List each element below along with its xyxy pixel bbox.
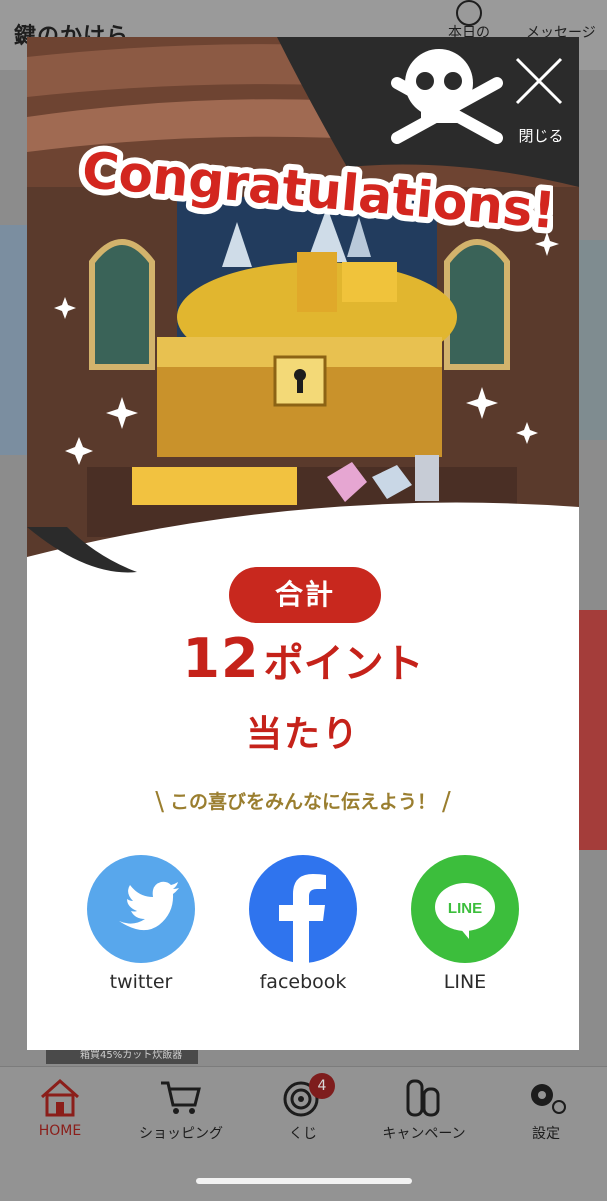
win-text: 当たり bbox=[245, 714, 360, 755]
points-value: 12 bbox=[182, 627, 260, 690]
line-label: LINE bbox=[443, 971, 487, 993]
background-campaign-card bbox=[579, 610, 607, 850]
cart-icon bbox=[159, 1077, 203, 1117]
points-unit: ポイント bbox=[263, 641, 424, 687]
tab-campaign[interactable]: キャンペーン bbox=[364, 1077, 484, 1143]
facebook-icon bbox=[249, 855, 357, 963]
close-label: 閉じる bbox=[518, 127, 564, 145]
decorative-slash-right: / bbox=[442, 787, 451, 817]
decorative-slash-left: \ bbox=[155, 787, 164, 817]
congratulations-modal: Congratulations! Congratulations! 閉じる 合計… bbox=[27, 37, 579, 1050]
tab-shopping[interactable]: ショッピング bbox=[121, 1077, 241, 1143]
twitter-share-button[interactable]: twitter bbox=[81, 855, 201, 993]
tab-label: くじ bbox=[289, 1126, 317, 1142]
target-icon: 4 bbox=[281, 1073, 335, 1117]
tab-label: ショッピング bbox=[139, 1126, 223, 1142]
notification-badge: 4 bbox=[309, 1073, 335, 1099]
tab-kuji[interactable]: 4 くじ bbox=[243, 1073, 363, 1143]
line-icon: LINE bbox=[411, 855, 519, 963]
tab-label: 設定 bbox=[532, 1126, 560, 1142]
svg-text:Congratulations!: Congratulations! bbox=[80, 141, 553, 240]
home-indicator[interactable] bbox=[196, 1178, 412, 1184]
background-card-left bbox=[0, 225, 28, 455]
close-button[interactable]: 閉じる bbox=[509, 51, 569, 151]
tab-label: HOME bbox=[38, 1123, 82, 1139]
twitter-label: twitter bbox=[109, 971, 173, 993]
treasure-hero-illustration: Congratulations! Congratulations! bbox=[27, 37, 579, 587]
coins-icon bbox=[402, 1077, 446, 1117]
skull-crossbones-icon bbox=[391, 49, 503, 144]
line-share-button[interactable]: LINE LINE bbox=[405, 855, 525, 993]
today-icon bbox=[456, 0, 482, 26]
home-icon bbox=[38, 1077, 82, 1117]
tab-label: キャンペーン bbox=[382, 1126, 466, 1142]
tab-home[interactable]: HOME bbox=[0, 1077, 120, 1139]
background-banner: 箱買45%カット炊飯器 bbox=[46, 1048, 198, 1064]
gear-icon bbox=[524, 1077, 568, 1117]
svg-text:LINE: LINE bbox=[448, 900, 482, 917]
twitter-bird-icon bbox=[87, 855, 195, 963]
share-prompt: \ この喜びをみんなに伝えよう！ / bbox=[27, 787, 579, 817]
points-text: 12 ポイント bbox=[27, 627, 579, 690]
facebook-share-button[interactable]: facebook bbox=[243, 855, 363, 993]
share-prompt-text: この喜びをみんなに伝えよう！ bbox=[169, 791, 436, 813]
tab-settings[interactable]: 設定 bbox=[486, 1077, 606, 1143]
background-card-right bbox=[579, 240, 607, 440]
total-badge: 合計 bbox=[229, 567, 381, 623]
facebook-label: facebook bbox=[259, 971, 347, 993]
close-icon bbox=[515, 57, 563, 105]
